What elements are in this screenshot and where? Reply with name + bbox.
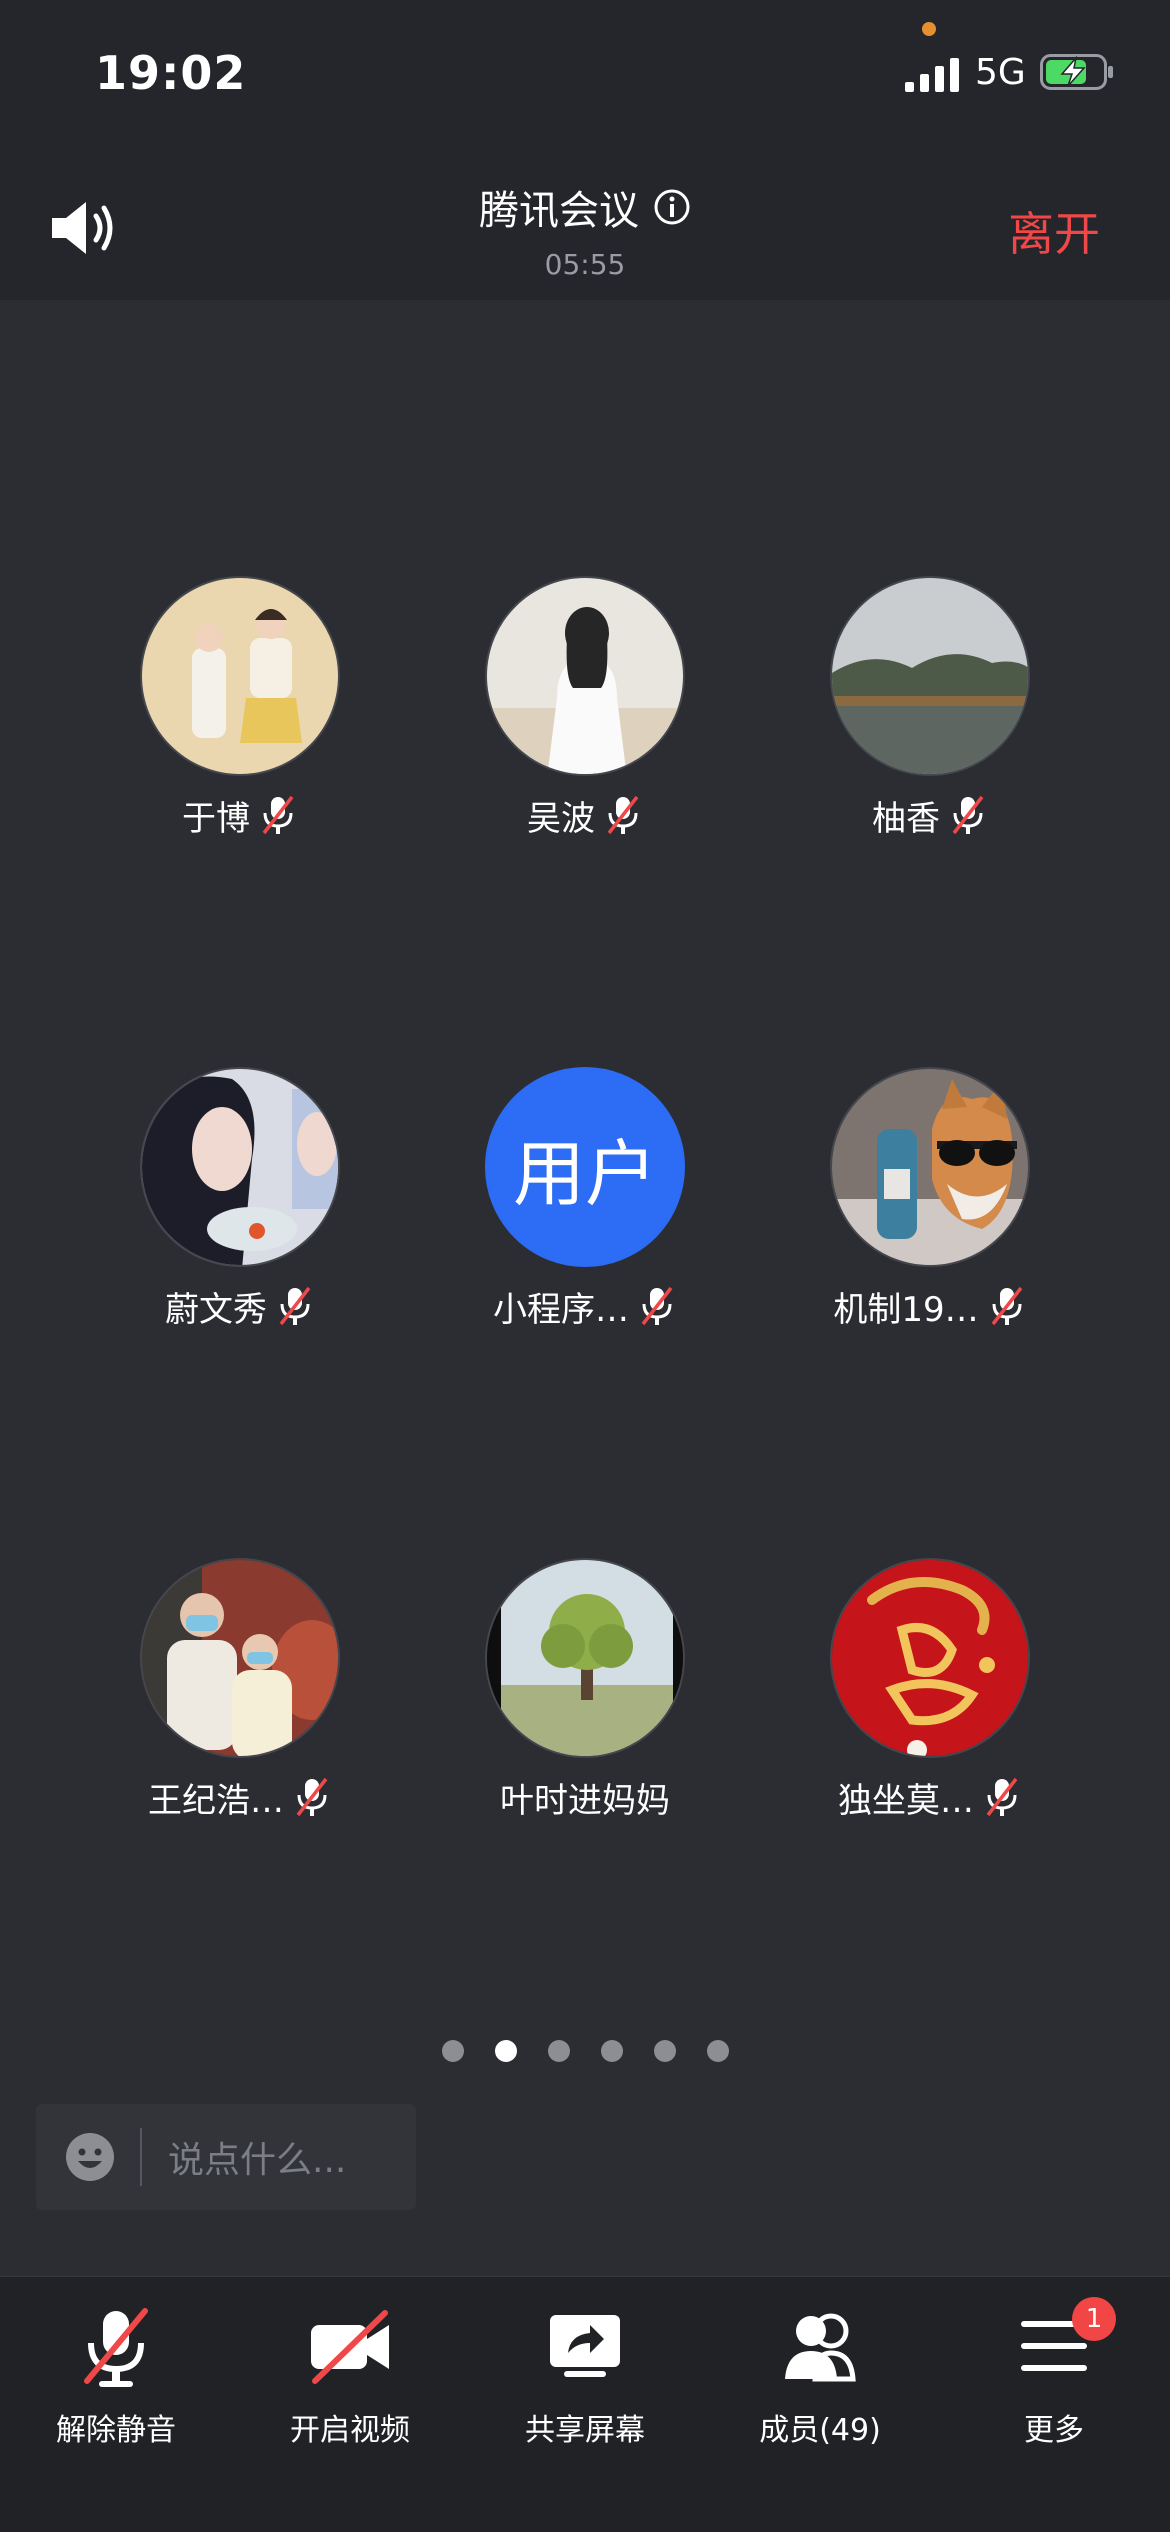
participant-name: 于博 [182, 798, 250, 839]
avatar: 用户 [485, 1067, 685, 1267]
mic-off-icon [84, 2308, 148, 2387]
page-dot-active[interactable] [494, 2040, 517, 2062]
chat-placeholder: 说点什么... [168, 2140, 347, 2181]
battery-charging-icon [1040, 54, 1113, 90]
avatar [140, 576, 340, 776]
emoji-icon[interactable] [64, 2131, 116, 2183]
participant-tile[interactable]: 机制19… [757, 1067, 1103, 1331]
participant-name: 王纪浩… [148, 1780, 284, 1821]
network-type: 5G [975, 52, 1026, 93]
members-button[interactable]: 成员(49) [720, 2301, 920, 2449]
avatar [485, 576, 685, 776]
cellular-signal-icon [905, 58, 959, 92]
participant-tile[interactable]: 柚香 [757, 576, 1103, 840]
participant-name: 柚香 [872, 798, 940, 839]
meeting-timer: 05:55 [544, 248, 626, 281]
avatar [140, 1558, 340, 1758]
page-dot[interactable] [547, 2040, 570, 2062]
participant-name: 叶时进妈妈 [500, 1780, 670, 1821]
participant-tile[interactable]: 用户 小程序… [412, 1067, 758, 1331]
meeting-title: 腾讯会议 [479, 188, 639, 234]
info-icon[interactable] [653, 188, 691, 226]
avatar [485, 1558, 685, 1758]
participant-name: 蔚文秀 [165, 1289, 267, 1330]
mic-muted-icon [641, 1286, 673, 1326]
more-button[interactable]: 1 更多 [954, 2297, 1154, 2449]
mic-muted-icon [991, 1286, 1023, 1326]
share-screen-label: 共享屏幕 [525, 2413, 645, 2448]
video-off-icon [311, 2310, 389, 2384]
share-screen-icon [550, 2315, 620, 2377]
mic-muted-icon [262, 795, 294, 835]
participant-name: 吴波 [527, 798, 595, 839]
participant-tile[interactable]: 蔚文秀 [67, 1067, 413, 1331]
share-screen-button[interactable]: 共享屏幕 [485, 2301, 685, 2449]
start-video-label: 开启视频 [290, 2413, 410, 2448]
participant-tile[interactable]: 独坐莫… [757, 1558, 1103, 1822]
participant-name: 机制19… [833, 1289, 979, 1330]
participant-tile[interactable]: 叶时进妈妈 [412, 1558, 758, 1822]
mic-muted-icon [986, 1777, 1018, 1817]
participant-tile[interactable]: 王纪浩… [67, 1558, 413, 1822]
mic-muted-icon [279, 1286, 311, 1326]
leave-button[interactable]: 离开 [1008, 198, 1100, 264]
avatar [830, 1558, 1030, 1758]
participant-tile[interactable]: 于博 [67, 576, 413, 840]
bottom-toolbar: 解除静音 开启视频 共享屏幕 成员(49) 1 更多 [0, 2276, 1170, 2532]
mic-muted-icon [296, 1777, 328, 1817]
more-label: 更多 [1024, 2413, 1084, 2448]
privacy-indicator-dot [922, 22, 936, 36]
participant-name: 小程序… [493, 1289, 629, 1330]
chat-input[interactable]: 说点什么... [36, 2104, 416, 2210]
notification-badge: 1 [1072, 2297, 1116, 2341]
meeting-header: 腾讯会议 05:55 离开 [0, 140, 1170, 300]
unmute-label: 解除静音 [56, 2413, 176, 2448]
participant-name: 独坐莫… [838, 1780, 974, 1821]
mic-muted-icon [607, 795, 639, 835]
members-icon [785, 2313, 856, 2382]
members-label: 成员(49) [759, 2413, 881, 2448]
avatar [830, 1067, 1030, 1267]
unmute-button[interactable]: 解除静音 [16, 2301, 216, 2449]
chat-divider [140, 2128, 142, 2186]
page-dot[interactable] [600, 2040, 623, 2062]
page-dot[interactable] [653, 2040, 676, 2062]
avatar-text: 用户 [512, 1131, 657, 1216]
status-time: 19:02 [95, 46, 247, 100]
avatar [830, 576, 1030, 776]
mic-muted-icon [952, 795, 984, 835]
avatar [140, 1067, 340, 1267]
status-bar: 19:02 5G [0, 0, 1170, 140]
page-dot[interactable] [706, 2040, 729, 2062]
page-indicator[interactable] [0, 2040, 1170, 2062]
start-video-button[interactable]: 开启视频 [250, 2301, 450, 2449]
page-dot[interactable] [441, 2040, 464, 2062]
participant-tile[interactable]: 吴波 [412, 576, 758, 840]
meeting-title-area[interactable]: 腾讯会议 [0, 178, 1170, 236]
